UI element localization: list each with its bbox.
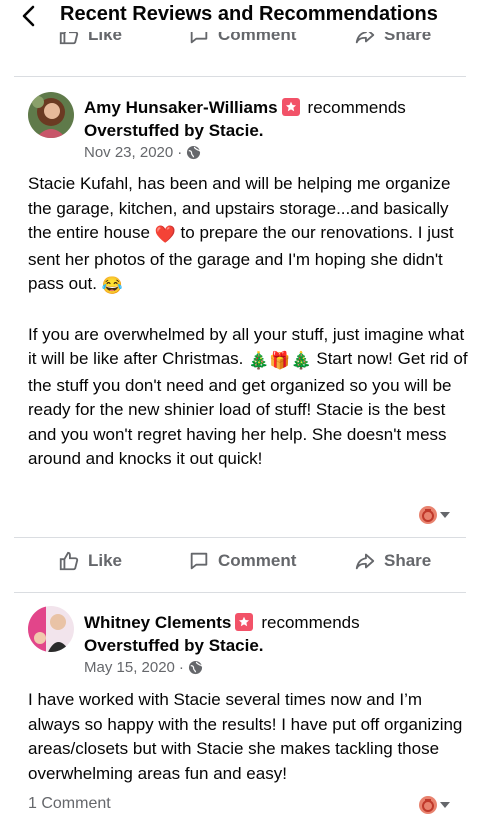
avatar-image (28, 606, 74, 652)
reaction-button[interactable] (419, 796, 450, 814)
review-text: Stacie Kufahl, has been and will be help… (28, 172, 468, 472)
meta-separator: · (177, 144, 183, 161)
review-date[interactable]: May 15, 2020 (84, 659, 175, 676)
divider (14, 592, 466, 593)
heart-emoji: ❤️ (154, 225, 176, 244)
review-header: Amy Hunsaker-Williams recommends (84, 97, 406, 119)
page-link[interactable]: Overstuffed by Stacie. (84, 120, 264, 142)
recommend-icon (235, 613, 254, 631)
comment-label: Comment (218, 551, 297, 570)
like-label: Like (88, 551, 123, 570)
review-date[interactable]: Nov 23, 2020 (84, 144, 173, 161)
meta-separator: · (178, 659, 184, 676)
review-header: Whitney Clements recommends (84, 612, 360, 634)
comment-button[interactable]: Comment (188, 32, 296, 46)
review-paragraph: If you are overwhelmed by all your stuff… (28, 323, 468, 472)
share-icon (355, 553, 375, 570)
divider (14, 537, 466, 538)
like-button[interactable]: Like (58, 32, 122, 46)
avatar[interactable] (28, 92, 74, 138)
avatar-image (28, 92, 74, 138)
recommend-icon (281, 98, 300, 116)
recommends-text: recommends (261, 613, 360, 632)
reaction-icon (419, 506, 437, 524)
back-arrow-icon[interactable] (18, 4, 42, 28)
caret-down-icon (440, 512, 450, 518)
like-label: Like (88, 32, 123, 44)
page-link[interactable]: Overstuffed by Stacie. (84, 635, 264, 657)
page-title: Recent Reviews and Recommendations (60, 3, 438, 25)
laughing-emoji: 😂 (101, 276, 123, 295)
thumbs-up-icon (59, 32, 79, 45)
recommends-text: recommends (307, 98, 406, 117)
top-bar: Recent Reviews and Recommendations (0, 0, 480, 32)
divider (14, 76, 466, 77)
comment-button[interactable]: Comment (188, 550, 296, 572)
share-label: Share (384, 551, 432, 570)
reaction-icon (419, 796, 437, 814)
previous-post-actions: Like Comment Share (0, 32, 480, 54)
reaction-button[interactable] (419, 506, 450, 524)
globe-icon (188, 660, 203, 675)
share-button[interactable]: Share (354, 32, 431, 46)
share-icon (355, 32, 375, 44)
review-meta: May 15, 2020 · (84, 659, 203, 676)
review-paragraph: Stacie Kufahl, has been and will be help… (28, 172, 468, 299)
review-meta: Nov 23, 2020 · (84, 144, 201, 161)
share-button[interactable]: Share (354, 550, 431, 572)
author-name[interactable]: Amy Hunsaker-Williams (84, 98, 278, 117)
comment-icon (190, 552, 208, 570)
like-button[interactable]: Like (58, 550, 122, 572)
globe-icon (187, 145, 201, 160)
christmas-emoji: 🎄🎁🎄 (248, 351, 312, 370)
share-label: Share (384, 32, 432, 44)
thumbs-up-icon (59, 551, 79, 571)
review-paragraph: I have worked with Stacie several times … (28, 690, 463, 783)
comments-link[interactable]: 1 Comment (28, 795, 111, 813)
author-name[interactable]: Whitney Clements (84, 613, 231, 632)
comment-label: Comment (218, 32, 297, 44)
avatar[interactable] (28, 606, 74, 652)
comment-icon (190, 32, 208, 44)
caret-down-icon (440, 802, 450, 808)
review-text: I have worked with Stacie several times … (28, 688, 468, 786)
